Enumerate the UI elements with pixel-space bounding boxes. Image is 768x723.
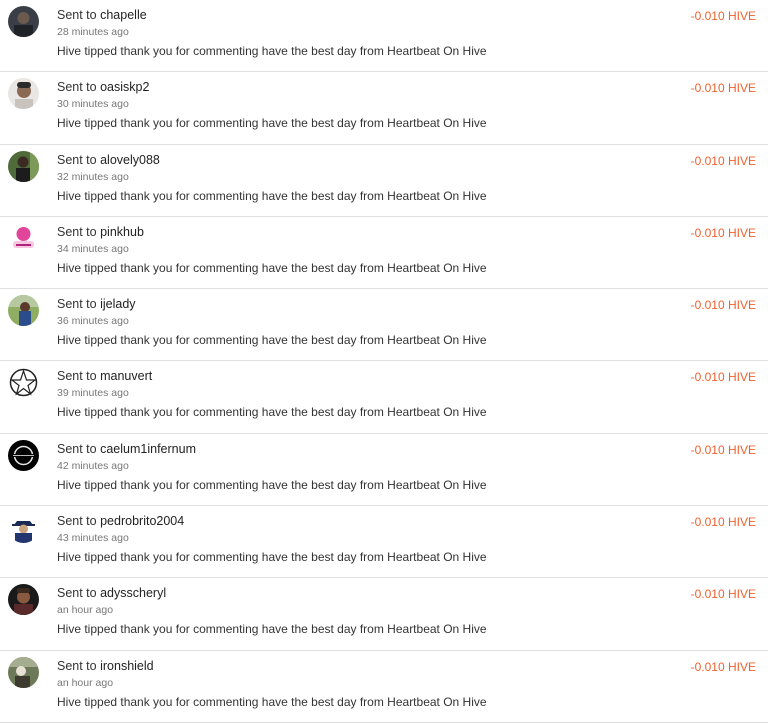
transfer-row: Sent to chapelle 28 minutes ago Hive tip… (0, 0, 768, 73)
recipient-link[interactable]: pedrobrito2004 (100, 514, 184, 528)
amount: -0.010 HIVE (690, 9, 756, 23)
sent-to-label: Sent to (57, 658, 97, 673)
timestamp: 30 minutes ago (57, 98, 129, 111)
recipient-link[interactable]: manuvert (100, 369, 152, 383)
sent-to-label: Sent to (57, 8, 97, 22)
memo-text: Hive tipped thank you for commenting hav… (57, 333, 487, 348)
timestamp: 39 minutes ago (57, 387, 129, 400)
amount: -0.010 HIVE (690, 298, 756, 313)
recipient-link[interactable]: ironshield (100, 659, 154, 673)
sent-to-label: Sent to (57, 224, 97, 239)
memo-text: Hive tipped thank you for commenting hav… (57, 550, 487, 565)
recipient-link[interactable]: pinkhub (100, 225, 144, 239)
amount: -0.010 HIVE (690, 370, 756, 385)
avatar[interactable] (8, 584, 39, 616)
timestamp: 42 minutes ago (57, 459, 129, 472)
avatar[interactable] (8, 78, 39, 110)
sent-to-label: Sent to (57, 80, 97, 95)
transfer-row: Sent to caelum1infernum 42 minutes ago H… (0, 434, 768, 507)
transfer-row: Sent to ijelady 36 minutes ago Hive tipp… (0, 289, 768, 362)
recipient-link[interactable]: caelum1infernum (100, 442, 196, 456)
memo-text: Hive tipped thank you for commenting hav… (57, 405, 487, 420)
timestamp: 28 minutes ago (57, 26, 129, 38)
amount: -0.010 HIVE (690, 515, 756, 530)
avatar[interactable] (8, 295, 39, 327)
memo-text: Hive tipped thank you for commenting hav… (57, 116, 487, 131)
amount: -0.010 HIVE (690, 153, 756, 168)
timestamp: 34 minutes ago (57, 242, 129, 255)
avatar[interactable] (8, 6, 39, 37)
amount: -0.010 HIVE (690, 442, 756, 457)
sent-to-label: Sent to (57, 369, 97, 384)
transfer-history-list: Sent to chapelle 28 minutes ago Hive tip… (0, 0, 768, 723)
recipient-link[interactable]: ijelady (100, 297, 135, 311)
memo-text: Hive tipped thank you for commenting hav… (57, 44, 487, 58)
transfer-row: Sent to manuvert 39 minutes ago Hive tip… (0, 361, 768, 434)
amount: -0.010 HIVE (690, 587, 756, 602)
memo-text: Hive tipped thank you for commenting hav… (57, 188, 487, 203)
memo-text: Hive tipped thank you for commenting hav… (57, 260, 487, 275)
recipient-link[interactable]: oasiskp2 (100, 80, 149, 94)
recipient-link[interactable]: alovely088 (100, 153, 160, 167)
timestamp: an hour ago (57, 604, 114, 617)
avatar[interactable] (8, 656, 39, 688)
amount: -0.010 HIVE (690, 225, 756, 240)
sent-to-label: Sent to (57, 441, 97, 456)
avatar[interactable] (8, 222, 39, 254)
avatar[interactable] (8, 150, 39, 182)
transfer-row: Sent to pedrobrito2004 43 minutes ago Hi… (0, 506, 768, 579)
avatar[interactable] (8, 367, 39, 399)
transfer-row: Sent to alovely088 32 minutes ago Hive t… (0, 145, 768, 217)
timestamp: an hour ago (57, 676, 114, 689)
amount: -0.010 HIVE (690, 659, 756, 674)
recipient-link[interactable]: chapelle (100, 8, 147, 22)
transfer-row: Sent to pinkhub 34 minutes ago Hive tipp… (0, 217, 768, 290)
sent-to-label: Sent to (57, 297, 97, 312)
sent-to-label: Sent to (57, 152, 97, 167)
sent-to-label: Sent to (57, 514, 97, 529)
avatar[interactable] (8, 512, 39, 544)
recipient-link[interactable]: adysscheryl (100, 586, 166, 600)
memo-text: Hive tipped thank you for commenting hav… (57, 694, 487, 709)
timestamp: 32 minutes ago (57, 170, 129, 183)
memo-text: Hive tipped thank you for commenting hav… (57, 622, 487, 637)
timestamp: 43 minutes ago (57, 532, 129, 545)
transfer-row: Sent to oasiskp2 30 minutes ago Hive tip… (0, 72, 768, 145)
sent-to-label: Sent to (57, 586, 97, 601)
amount: -0.010 HIVE (690, 81, 756, 96)
avatar[interactable] (8, 439, 39, 471)
transfer-row: Sent to ironshield an hour ago Hive tipp… (0, 651, 768, 723)
transfer-row: Sent to adysscheryl an hour ago Hive tip… (0, 578, 768, 651)
timestamp: 36 minutes ago (57, 315, 129, 328)
memo-text: Hive tipped thank you for commenting hav… (57, 477, 487, 492)
